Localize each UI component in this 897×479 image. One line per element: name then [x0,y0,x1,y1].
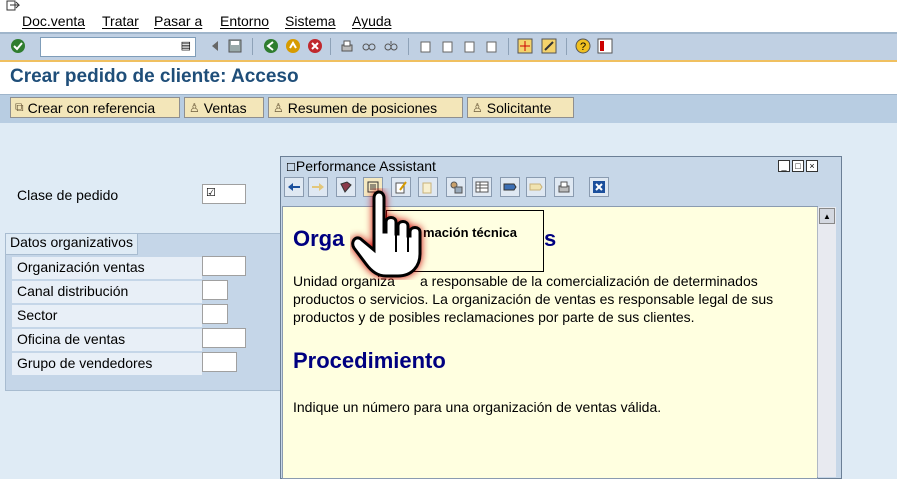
menu-entorno[interactable]: Entorno [220,13,269,29]
menu-sistema[interactable]: Sistema [285,13,336,29]
close-icon[interactable]: × [806,160,818,172]
print-icon[interactable] [338,37,356,55]
menu-doc-venta[interactable]: Doc.venta [22,13,85,29]
last-page-icon[interactable] [482,37,500,55]
layout-icon[interactable] [596,37,614,55]
pa-back-icon[interactable] [284,177,304,197]
system-menu-icon[interactable] [6,0,21,15]
ventas-button[interactable]: ♙ Ventas [184,97,264,118]
ventas-label: Ventas [203,99,247,116]
pa-para1-line3: productos y de posibles reclamaciones po… [293,309,695,325]
shortcut-icon[interactable] [540,37,558,55]
green-back-icon[interactable] [262,37,280,55]
cancel-icon[interactable] [306,37,324,55]
pa-tag-disabled-icon[interactable] [526,177,546,197]
pa-heading-1: Orga [293,226,345,251]
tooltip-text: mación técnica [423,225,517,240]
page-title: Crear pedido de cliente: Acceso [10,66,299,87]
pa-heading-1-tail: s [544,226,557,251]
hand-cursor-icon [350,188,430,280]
pa-forward-icon[interactable] [308,177,328,197]
person-icon: ♙ [273,100,284,115]
enter-icon[interactable] [9,37,27,55]
pa-scrollbar[interactable]: ▲ [817,207,836,477]
oficina-ventas-label: Oficina de ventas [17,331,126,347]
clase-pedido-field[interactable]: ☑ [202,184,246,204]
person-icon: ♙ [189,100,200,115]
position-summary-button[interactable]: ♙ Resumen de posiciones [268,97,463,118]
org-ventas-field[interactable] [202,256,246,276]
svg-text:?: ? [580,41,586,53]
oficina-ventas-field[interactable] [202,328,246,348]
sector-label: Sector [17,307,58,323]
first-page-icon[interactable] [416,37,434,55]
pa-window-icon: ☐ [286,162,296,174]
exit-icon[interactable] [284,37,302,55]
menu-pasar-a[interactable]: Pasar a [154,13,202,29]
find-next-icon[interactable] [382,37,400,55]
pa-title: ☐Performance Assistant [286,158,436,174]
dropdown-icon[interactable]: ▤ [181,39,191,52]
copy-icon: ⧉ [15,100,24,114]
pa-para1-line1-tail: a responsable de la comercialización de … [420,273,758,289]
search-help-icon[interactable]: ☑ [206,186,216,199]
command-field[interactable]: ▤ [40,37,196,57]
next-page-icon[interactable] [460,37,478,55]
solicitante-button[interactable]: ♙ Solicitante [467,97,574,118]
org-ventas-label: Organización ventas [17,259,145,275]
person-icon: ♙ [472,100,483,115]
canal-distribucion-field[interactable] [202,280,228,300]
menu-ayuda[interactable]: Ayuda [352,13,391,29]
save-icon[interactable] [226,37,244,55]
new-session-icon[interactable] [516,37,534,55]
pa-tag-icon[interactable] [500,177,520,197]
back-arrow-icon[interactable] [206,37,224,55]
grupo-vendedores-field[interactable] [202,352,237,372]
pa-table-icon[interactable] [472,177,492,197]
pa-heading-2: Procedimiento [293,348,446,373]
pa-para2: Indique un número para una organización … [293,399,662,415]
minimize-icon[interactable]: _ [778,160,790,172]
pa-print-icon[interactable] [554,177,574,197]
help-icon[interactable]: ? [574,37,592,55]
canal-distribucion-label: Canal distribución [17,283,129,299]
clase-pedido-label: Clase de pedido [17,187,119,203]
pa-users-icon[interactable] [446,177,466,197]
create-with-reference-button[interactable]: ⧉ Crear con referencia [10,97,180,118]
scroll-up-icon[interactable]: ▲ [819,208,835,224]
menu-tratar[interactable]: Tratar [102,13,139,29]
position-summary-label: Resumen de posiciones [287,99,438,116]
maximize-icon[interactable]: □ [792,160,804,172]
create-with-reference-label: Crear con referencia [27,99,156,116]
org-data-group-title: Datos organizativos [5,233,138,255]
grupo-vendedores-label: Grupo de vendedores [17,355,153,371]
sector-field[interactable] [202,304,228,324]
pa-window-controls: _ □ × [776,160,818,172]
prev-page-icon[interactable] [438,37,456,55]
pa-close-icon[interactable] [589,177,609,197]
solicitante-label: Solicitante [486,99,552,116]
menu-bar: Doc.venta Tratar Pasar a Entorno Sistema… [0,0,897,34]
find-icon[interactable] [360,37,378,55]
pa-para1-line2: productos o servicios. La organización d… [293,291,774,307]
